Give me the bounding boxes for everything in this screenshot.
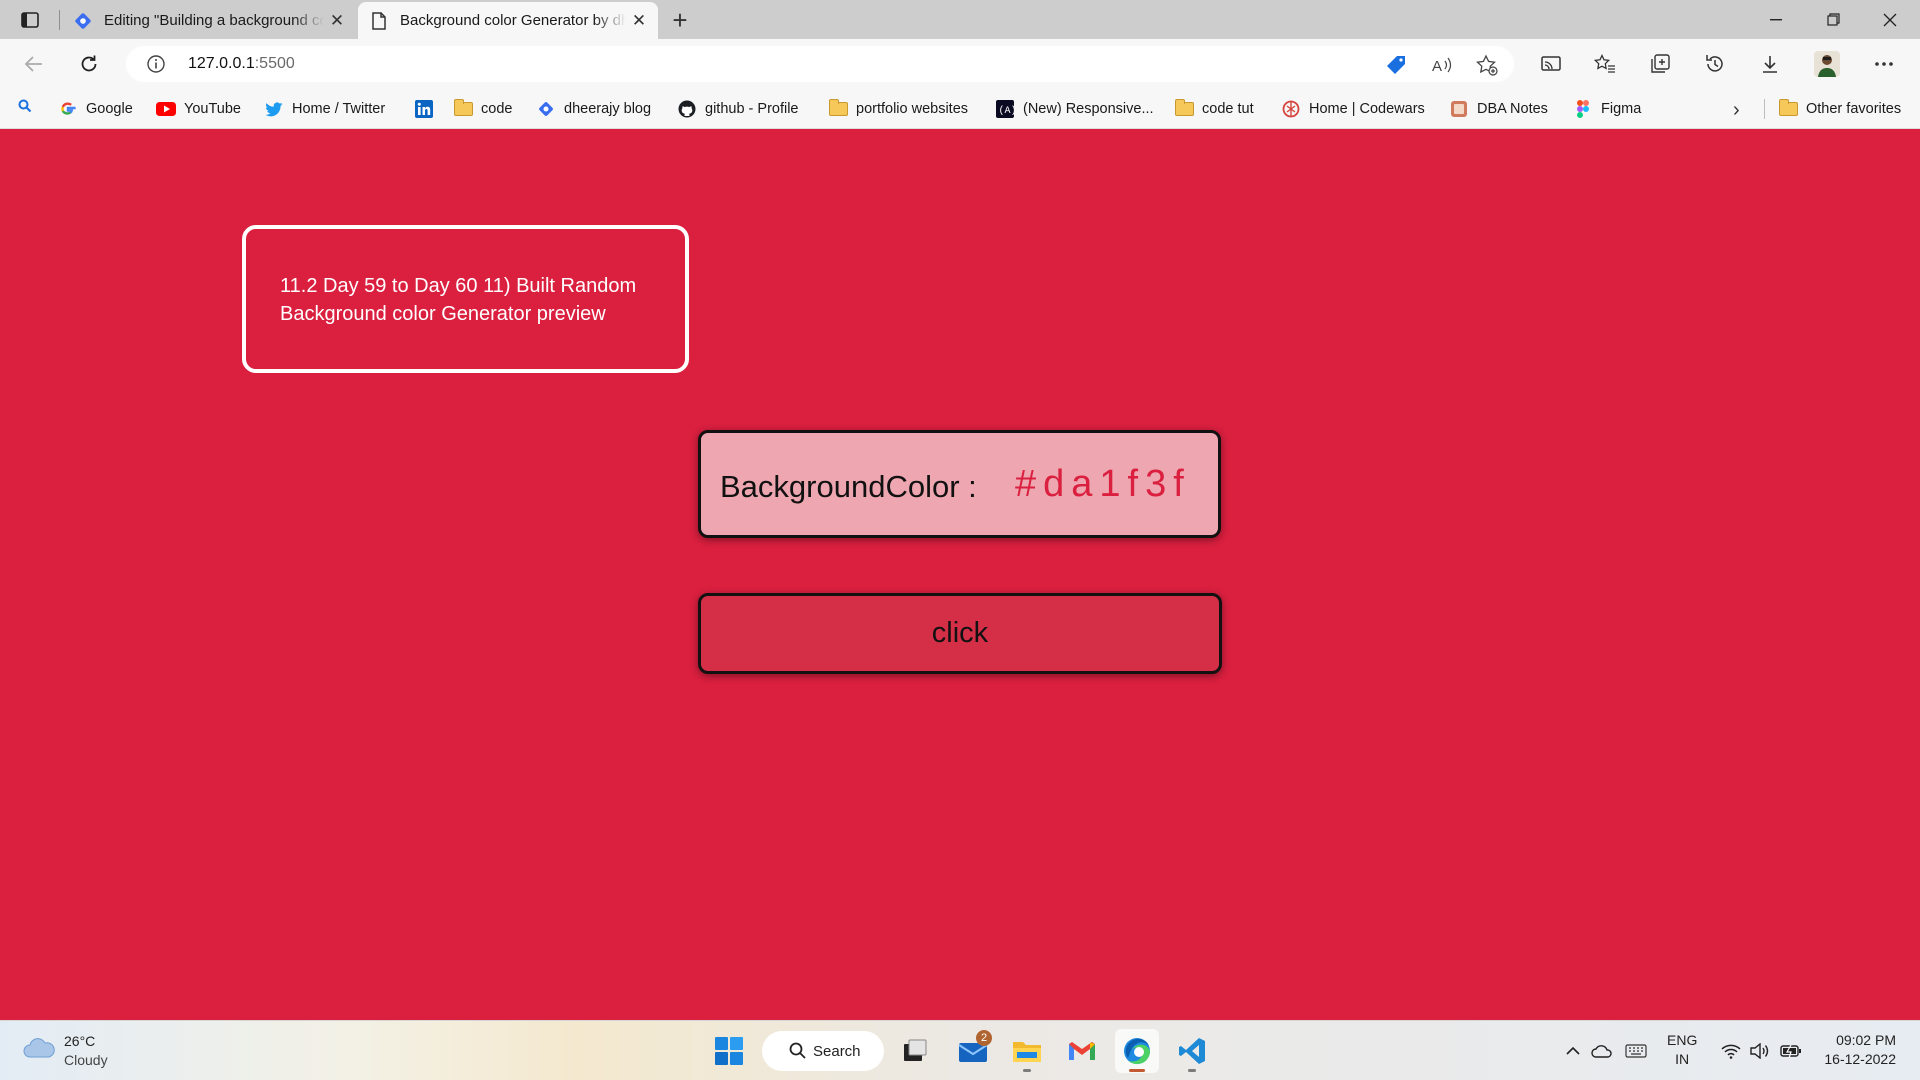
folder-icon xyxy=(453,99,473,118)
taskbar-search[interactable]: Search xyxy=(762,1031,884,1071)
twitter-icon xyxy=(264,100,284,118)
bookmark-google[interactable]: Google xyxy=(58,97,133,121)
close-window-icon[interactable] xyxy=(1862,0,1918,39)
taskbar: 26°C Cloudy Search 2 ENG IN 09:02 PM 16-… xyxy=(0,1020,1920,1080)
bookmark-other-favorites[interactable]: Other favorites xyxy=(1778,97,1901,121)
browser-toolbar: 127.0.0.1:5500 A xyxy=(0,39,1920,89)
running-indicator xyxy=(1188,1069,1196,1072)
folder-icon xyxy=(828,99,848,118)
tab-strip: Editing "Building a background color Gen… xyxy=(0,0,1920,39)
figma-icon xyxy=(1573,100,1593,118)
restore-icon[interactable] xyxy=(1805,0,1861,39)
linkedin-icon xyxy=(414,100,434,118)
page-icon xyxy=(368,10,390,32)
blog-diamond-icon xyxy=(536,100,556,118)
bookmark-folder-code[interactable]: code xyxy=(453,97,512,121)
read-aloud-icon[interactable]: A xyxy=(1431,54,1453,76)
vscode-icon[interactable] xyxy=(1170,1029,1214,1073)
folder-icon xyxy=(1174,99,1194,118)
cloud-icon xyxy=(22,1037,56,1064)
notes-icon xyxy=(1449,100,1469,118)
avatar[interactable] xyxy=(1812,49,1842,79)
battery-icon[interactable] xyxy=(1779,1039,1803,1063)
task-view-icon[interactable] xyxy=(893,1029,937,1073)
bookmark-folder-code-tut[interactable]: code tut xyxy=(1174,97,1254,121)
github-icon xyxy=(677,100,697,118)
tab-color-generator[interactable]: Background color Generator by dheerajy ✕ xyxy=(358,2,658,39)
mail-icon[interactable]: 2 xyxy=(951,1029,995,1073)
taskbar-search-label: Search xyxy=(813,1042,861,1060)
new-tab-icon[interactable]: + xyxy=(665,5,695,35)
svg-text:(A): (A) xyxy=(999,105,1015,117)
page-content: 11.2 Day 59 to Day 60 11) Built Random B… xyxy=(0,129,1920,1020)
tab-title: Background color Generator by dheerajy xyxy=(400,12,626,29)
note-card: 11.2 Day 59 to Day 60 11) Built Random B… xyxy=(242,225,689,373)
volume-icon[interactable] xyxy=(1748,1039,1772,1063)
bookmark-dba-notes[interactable]: DBA Notes xyxy=(1449,97,1548,121)
tab-editing-blog[interactable]: Editing "Building a background color Gen… xyxy=(62,2,356,39)
bookmark-youtube[interactable]: YouTube xyxy=(156,97,241,121)
refresh-icon[interactable] xyxy=(72,47,106,81)
onedrive-icon[interactable] xyxy=(1590,1039,1614,1063)
language-indicator[interactable]: ENG IN xyxy=(1667,1031,1697,1069)
bookmark-codewars[interactable]: Home | Codewars xyxy=(1281,97,1425,121)
google-icon xyxy=(58,100,78,118)
weather-temp: 26°C xyxy=(64,1033,96,1049)
favorites-bar: Google YouTube Home / Twitter code dheer… xyxy=(0,89,1920,129)
start-icon[interactable] xyxy=(707,1029,751,1073)
chevron-right-icon[interactable]: › xyxy=(1733,99,1740,122)
running-indicator xyxy=(1129,1069,1145,1072)
background-color-display: BackgroundColor : #da1f3f xyxy=(698,430,1221,538)
close-tab-icon[interactable]: ✕ xyxy=(626,8,652,34)
coupon-tag-icon[interactable] xyxy=(1385,54,1407,76)
cast-icon[interactable] xyxy=(1536,49,1566,79)
more-menu-icon[interactable] xyxy=(1869,49,1899,79)
codewars-icon xyxy=(1281,100,1301,118)
blog-diamond-icon xyxy=(72,10,94,32)
tab-separator xyxy=(59,10,60,30)
bookmark-linkedin[interactable] xyxy=(414,97,442,121)
wifi-icon[interactable] xyxy=(1719,1039,1743,1063)
system-clock[interactable]: 09:02 PM 16-12-2022 xyxy=(1816,1031,1896,1069)
add-favorite-icon[interactable] xyxy=(1476,54,1498,76)
search-icon xyxy=(789,1042,806,1059)
mail-badge: 2 xyxy=(976,1030,992,1046)
bookmark-figma[interactable]: Figma xyxy=(1573,97,1641,121)
tab-title: Editing "Building a background color Gen… xyxy=(104,12,324,29)
freecodecamp-icon: (A) xyxy=(995,100,1015,118)
keyboard-icon[interactable] xyxy=(1624,1039,1648,1063)
bookmark-github[interactable]: github - Profile xyxy=(677,97,799,121)
background-color-value: #da1f3f xyxy=(1015,463,1191,505)
youtube-icon xyxy=(156,100,176,118)
close-tab-icon[interactable]: ✕ xyxy=(324,8,350,34)
gmail-icon[interactable] xyxy=(1060,1029,1104,1073)
favorites-icon[interactable] xyxy=(1590,49,1620,79)
tab-actions-icon[interactable] xyxy=(16,8,44,32)
chevron-up-icon[interactable] xyxy=(1561,1039,1585,1063)
favorites-divider xyxy=(1764,99,1765,119)
file-explorer-icon[interactable] xyxy=(1005,1029,1049,1073)
bookmark-folder-portfolio[interactable]: portfolio websites xyxy=(828,97,968,121)
running-indicator xyxy=(1023,1069,1031,1072)
back-icon[interactable] xyxy=(17,47,51,81)
bookmark-freecodecamp[interactable]: (A) (New) Responsive... xyxy=(995,97,1154,121)
address-bar[interactable]: 127.0.0.1:5500 A xyxy=(126,46,1514,82)
generate-color-button[interactable]: click xyxy=(698,593,1222,674)
svg-text:A: A xyxy=(1432,58,1442,75)
weather-condition: Cloudy xyxy=(64,1052,108,1068)
url-text: 127.0.0.1:5500 xyxy=(188,55,295,72)
edge-browser-icon[interactable] xyxy=(1115,1029,1159,1073)
search-icon[interactable] xyxy=(18,99,32,118)
site-info-icon[interactable] xyxy=(146,54,166,74)
bookmark-blog[interactable]: dheerajy blog xyxy=(536,97,651,121)
folder-icon xyxy=(1778,99,1798,118)
bookmark-twitter[interactable]: Home / Twitter xyxy=(264,97,385,121)
downloads-icon[interactable] xyxy=(1755,49,1785,79)
weather-widget[interactable]: 26°C Cloudy xyxy=(20,1031,170,1071)
history-icon[interactable] xyxy=(1700,49,1730,79)
minimize-icon[interactable] xyxy=(1748,0,1804,39)
background-color-label: BackgroundColor : xyxy=(720,469,977,504)
note-text: 11.2 Day 59 to Day 60 11) Built Random B… xyxy=(280,275,637,325)
collections-icon[interactable] xyxy=(1645,49,1675,79)
